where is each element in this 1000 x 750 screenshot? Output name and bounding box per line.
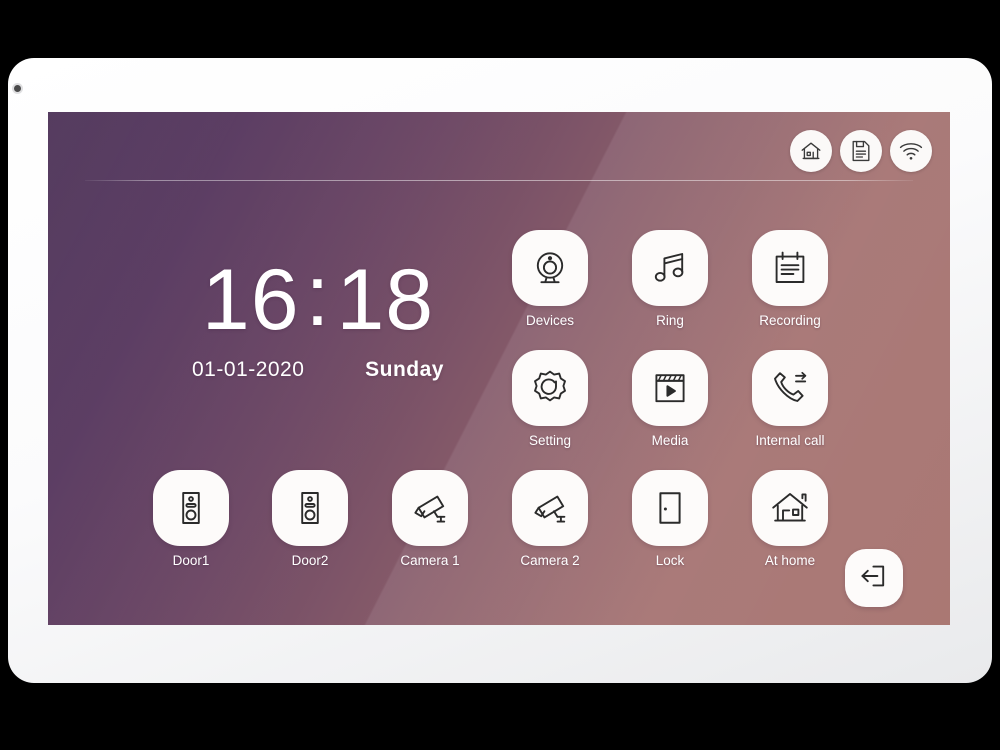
exit-button[interactable]	[845, 549, 903, 607]
clock-widget: 16:18 01-01-2020 Sunday	[188, 253, 448, 382]
app-tile-icon-wrap	[392, 470, 468, 546]
app-tile-icon-wrap	[512, 350, 588, 426]
app-tile-ring[interactable]: Ring	[632, 230, 708, 328]
app-tile-label: Door1	[172, 553, 210, 568]
app-tile-label: Camera 1	[400, 553, 460, 568]
clock-hours: 16	[201, 252, 300, 348]
app-tile-lock[interactable]: Lock	[632, 470, 708, 568]
clapperboard-play-icon	[649, 367, 691, 409]
clock-minutes: 18	[336, 252, 435, 348]
app-tile-label: Lock	[655, 553, 685, 568]
app-tile-label: Camera 2	[520, 553, 580, 568]
app-tile-icon-wrap	[632, 350, 708, 426]
app-tile-icon-wrap	[512, 230, 588, 306]
app-tile-recording[interactable]: Recording	[752, 230, 828, 328]
app-tile-label: Door2	[291, 553, 329, 568]
status-home-icon-button[interactable]	[790, 130, 832, 172]
app-tile-label: Ring	[656, 313, 684, 328]
app-tile-media[interactable]: Media	[632, 350, 708, 448]
door-icon	[650, 488, 690, 528]
app-tile-icon-wrap	[272, 470, 348, 546]
cctv-camera-icon	[408, 486, 452, 530]
wifi-icon	[898, 140, 924, 162]
clock-weekday: Sunday	[365, 357, 444, 381]
app-tile-devices[interactable]: Devices	[512, 230, 588, 328]
app-tile-icon-wrap	[752, 470, 828, 546]
app-tile-door1[interactable]: Door1	[153, 470, 229, 568]
app-tile-icon-wrap	[512, 470, 588, 546]
app-tile-icon-wrap	[752, 350, 828, 426]
app-tile-icon-wrap	[632, 230, 708, 306]
app-tile-setting[interactable]: Setting	[512, 350, 588, 448]
app-tile-internal-call[interactable]: Internal call	[752, 350, 828, 448]
app-tile-at-home[interactable]: At home	[752, 470, 828, 568]
status-storage-icon-button[interactable]	[840, 130, 882, 172]
gear-icon	[528, 366, 572, 410]
app-tile-label: Devices	[525, 313, 574, 328]
app-tile-label: Media	[651, 433, 689, 448]
clock-time: 16:18	[188, 253, 448, 343]
home-icon	[799, 139, 823, 163]
app-tile-label: Recording	[759, 313, 821, 328]
front-camera-dot-icon	[14, 85, 21, 92]
phone-transfer-icon	[768, 366, 812, 410]
cctv-camera-icon	[528, 486, 572, 530]
doorbell-panel-icon	[290, 488, 330, 528]
clock-date: 01-01-2020	[192, 357, 305, 381]
screenshot-canvas: 16:18 01-01-2020 Sunday Devices Ring Rec…	[0, 0, 1000, 750]
app-tile-door2[interactable]: Door2	[272, 470, 348, 568]
device-screen: 16:18 01-01-2020 Sunday Devices Ring Rec…	[48, 112, 950, 625]
app-tile-camera-1[interactable]: Camera 1	[392, 470, 468, 568]
clock-subline: 01-01-2020 Sunday	[188, 358, 448, 382]
doorbell-panel-icon	[171, 488, 211, 528]
sd-card-icon	[850, 139, 872, 163]
exit-arrow-icon	[859, 561, 889, 596]
app-tile-icon-wrap	[153, 470, 229, 546]
clock-colon: :	[305, 248, 331, 344]
status-bar-separator	[85, 180, 913, 181]
webcam-icon	[528, 246, 572, 290]
house-icon	[768, 486, 812, 530]
status-bar	[790, 130, 932, 172]
music-note-icon	[649, 247, 691, 289]
app-tile-icon-wrap	[632, 470, 708, 546]
notepad-icon	[769, 247, 811, 289]
app-tile-icon-wrap	[752, 230, 828, 306]
app-tile-label: At home	[764, 553, 816, 568]
app-tile-label: Setting	[528, 433, 572, 448]
status-wifi-icon-button[interactable]	[890, 130, 932, 172]
app-tile-camera-2[interactable]: Camera 2	[512, 470, 588, 568]
app-tile-label: Internal call	[755, 433, 825, 448]
